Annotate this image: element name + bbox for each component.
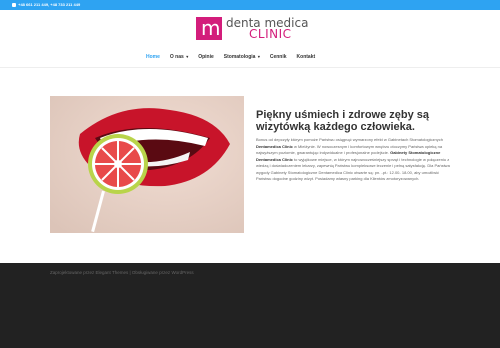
phone-numbers: +48 661 211 449, +48 733 211 449: [12, 2, 80, 8]
nav-item-stomatologia[interactable]: Stomatologia ▾: [224, 53, 260, 63]
main-content: Piękny uśmiech i zdrowe zęby są wizytówk…: [0, 69, 500, 263]
nav-item-cennik[interactable]: Cennik: [270, 53, 287, 63]
page-headline: Piękny uśmiech i zdrowe zęby są wizytówk…: [256, 109, 430, 133]
intro-text: Bonus od depczyły którym pomoże Państwu …: [256, 137, 451, 183]
smile-illustration: [50, 96, 244, 233]
nav-item-label: O nas: [169, 54, 184, 60]
logo-text-line2: CLINIC: [249, 27, 292, 41]
nav-item-kontakt[interactable]: Kontakt: [297, 53, 316, 63]
footer-powered-by: Obsługiwane przez: [131, 270, 171, 275]
logo-mark: m: [196, 17, 222, 40]
clinic-name-bold: Dentamedica Clinic: [256, 143, 293, 149]
nav-item-opinie[interactable]: Opinie: [198, 53, 214, 63]
main-navigation: Home O nas ▾ Opinie Stomatologia ▾ Cenni…: [146, 53, 325, 63]
chevron-down-icon: ▾: [257, 54, 260, 59]
footer-credits: Zaprojektowane przez Elegant Themes | Ob…: [50, 270, 194, 276]
nav-item-home[interactable]: Home: [146, 53, 160, 63]
site-header: m denta medica CLINIC Home O nas ▾ Opini…: [0, 10, 500, 68]
site-footer: Zaprojektowane przez Elegant Themes | Ob…: [0, 263, 500, 348]
logo-mark-letter: m: [201, 16, 221, 40]
nav-item-label: Cennik: [269, 54, 287, 60]
intro-paragraph-1: Bonus od depczyły którym pomoże Państwu …: [256, 137, 443, 142]
phone-icon: [12, 2, 16, 7]
elegant-themes-link[interactable]: Elegant Themes: [96, 270, 129, 275]
nav-item-o-nas[interactable]: O nas ▾: [170, 53, 188, 63]
nav-item-label: Stomatologia: [223, 54, 256, 60]
nav-item-label: Opinie: [198, 54, 214, 60]
hero-image-smile-lollipop: [50, 96, 244, 233]
chevron-down-icon: ▾: [186, 54, 189, 59]
nav-item-label: Kontakt: [296, 54, 316, 60]
wordpress-link[interactable]: WordPress: [171, 270, 193, 275]
site-logo[interactable]: m denta medica CLINIC: [196, 17, 308, 41]
nav-item-label: Home: [146, 54, 160, 60]
top-bar: +48 661 211 449, +48 733 211 449: [0, 0, 500, 10]
phone-numbers-text: +48 661 211 449, +48 733 211 449: [18, 2, 81, 7]
footer-designed-by: Zaprojektowane przez: [50, 270, 95, 275]
